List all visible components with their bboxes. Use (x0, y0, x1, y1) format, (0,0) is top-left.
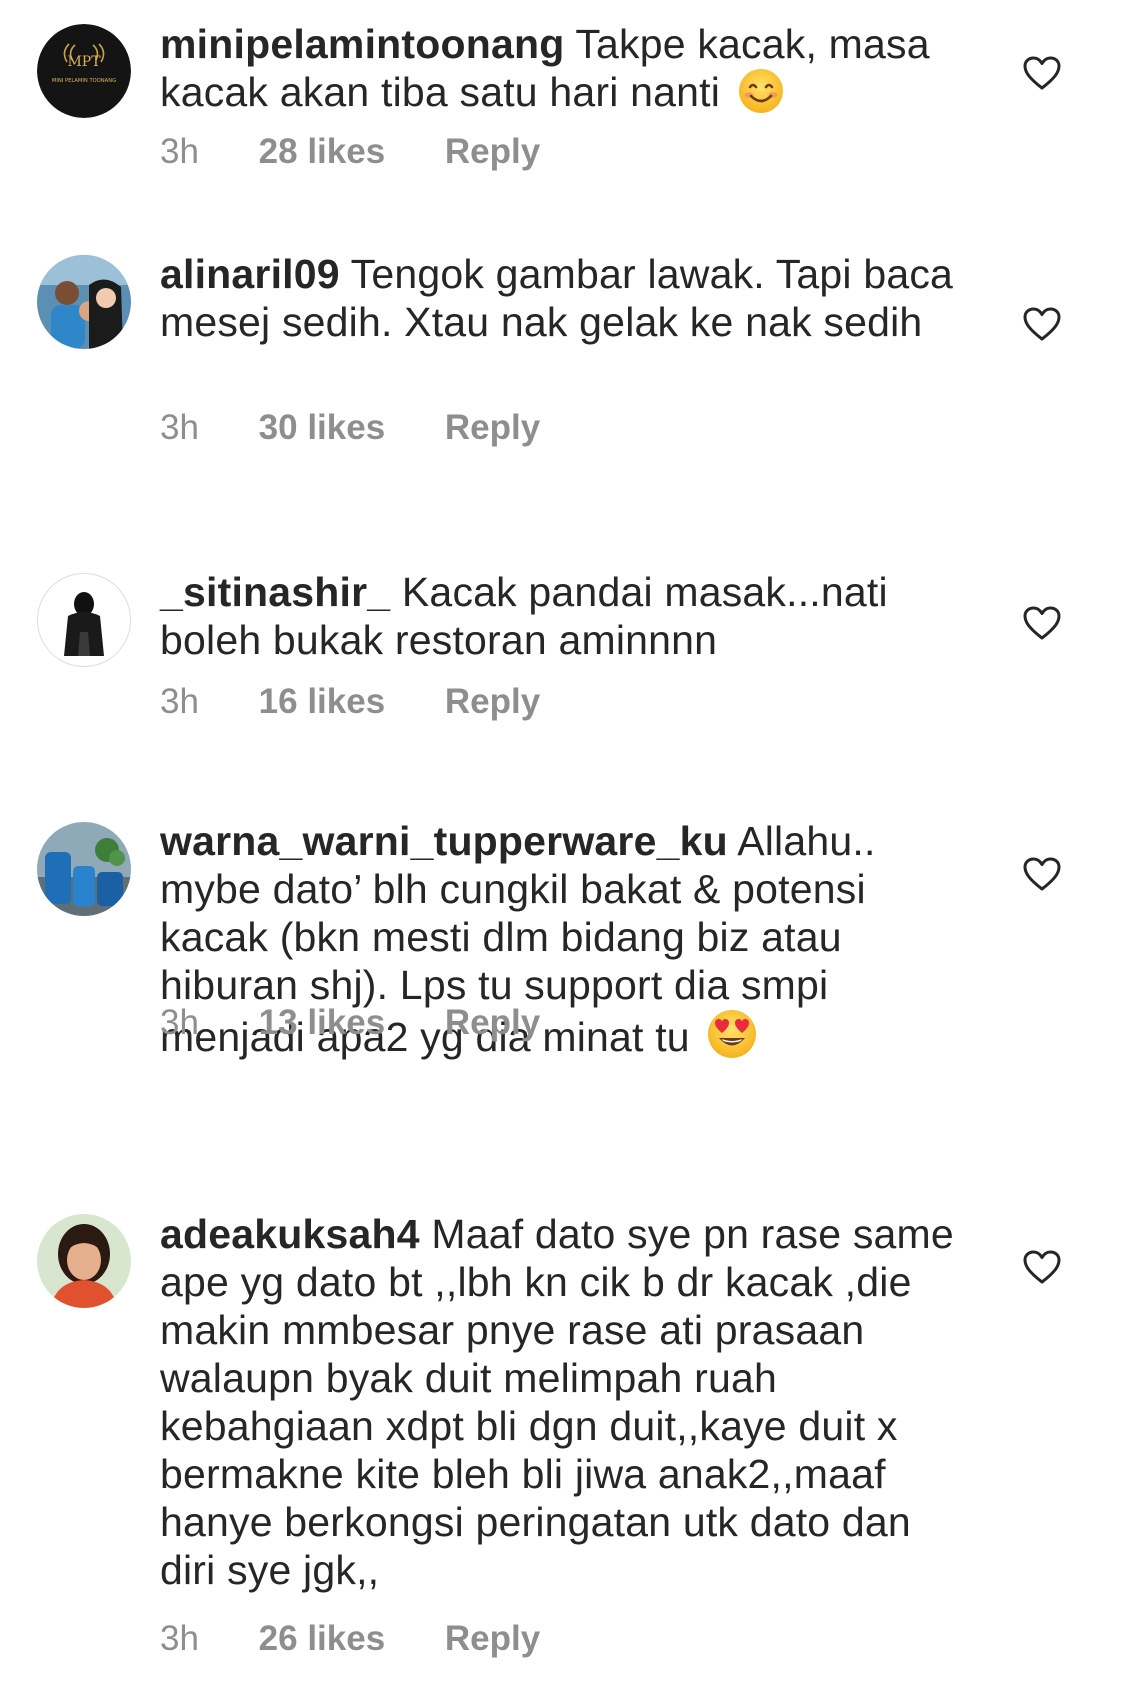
comment-likes[interactable]: 26 likes (259, 1619, 386, 1658)
comment-meta: 3h 16 likes Reply (160, 682, 540, 722)
reply-button[interactable]: Reply (445, 408, 540, 447)
avatar[interactable] (37, 573, 131, 667)
comment-body: adeakuksah4 Maaf dato sye pn rase same a… (160, 1210, 960, 1594)
comment-meta: 3h 30 likes Reply (160, 408, 540, 448)
comment-username[interactable]: minipelamintoonang (160, 21, 565, 67)
comment-username[interactable]: warna_warni_tupperware_ku (160, 818, 728, 864)
comment-time: 3h (160, 682, 199, 721)
comment-username[interactable]: adeakuksah4 (160, 1211, 420, 1257)
comment-username[interactable]: _sitinashir_ (160, 569, 390, 615)
comment-likes[interactable]: 13 likes (259, 1003, 386, 1042)
heart-outline-icon[interactable] (1022, 55, 1062, 91)
heart-outline-icon[interactable] (1022, 306, 1062, 342)
comment-likes[interactable]: 30 likes (259, 408, 386, 447)
svg-text:MPT: MPT (67, 54, 101, 70)
heart-outline-icon[interactable] (1022, 856, 1062, 892)
comment-body: _sitinashir_ Kacak pandai masak...nati b… (160, 568, 960, 664)
heart-eyes-emoji-icon (707, 1009, 757, 1069)
comment-time: 3h (160, 132, 199, 171)
reply-button[interactable]: Reply (445, 1003, 540, 1042)
avatar[interactable] (37, 822, 131, 916)
comment-time: 3h (160, 408, 199, 447)
svg-text:MINI PELAMIN TOONANG: MINI PELAMIN TOONANG (52, 78, 116, 84)
comment-body: minipelamintoonang Takpe kacak, masa kac… (160, 20, 960, 124)
reply-button[interactable]: Reply (445, 132, 540, 171)
avatar[interactable] (37, 1214, 131, 1308)
avatar[interactable] (37, 255, 131, 349)
comment-meta: 3h 26 likes Reply (160, 1619, 540, 1659)
comment-meta: 3h 13 likes Reply (160, 1003, 540, 1043)
reply-button[interactable]: Reply (445, 1619, 540, 1658)
comment-username[interactable]: alinaril09 (160, 251, 340, 297)
smiling-face-emoji-icon (738, 68, 784, 124)
comment-body: alinaril09 Tengok gambar lawak. Tapi bac… (160, 250, 960, 346)
heart-outline-icon[interactable] (1022, 1249, 1062, 1285)
comment-text: Maaf dato sye pn rase same ape yg dato b… (160, 1211, 954, 1593)
comment-meta: 3h 28 likes Reply (160, 132, 540, 172)
comment-time: 3h (160, 1003, 199, 1042)
comment-likes[interactable]: 28 likes (259, 132, 386, 171)
comment-likes[interactable]: 16 likes (259, 682, 386, 721)
reply-button[interactable]: Reply (445, 682, 540, 721)
avatar[interactable]: MPT MINI PELAMIN TOONANG (37, 24, 131, 118)
heart-outline-icon[interactable] (1022, 605, 1062, 641)
comment-time: 3h (160, 1619, 199, 1658)
